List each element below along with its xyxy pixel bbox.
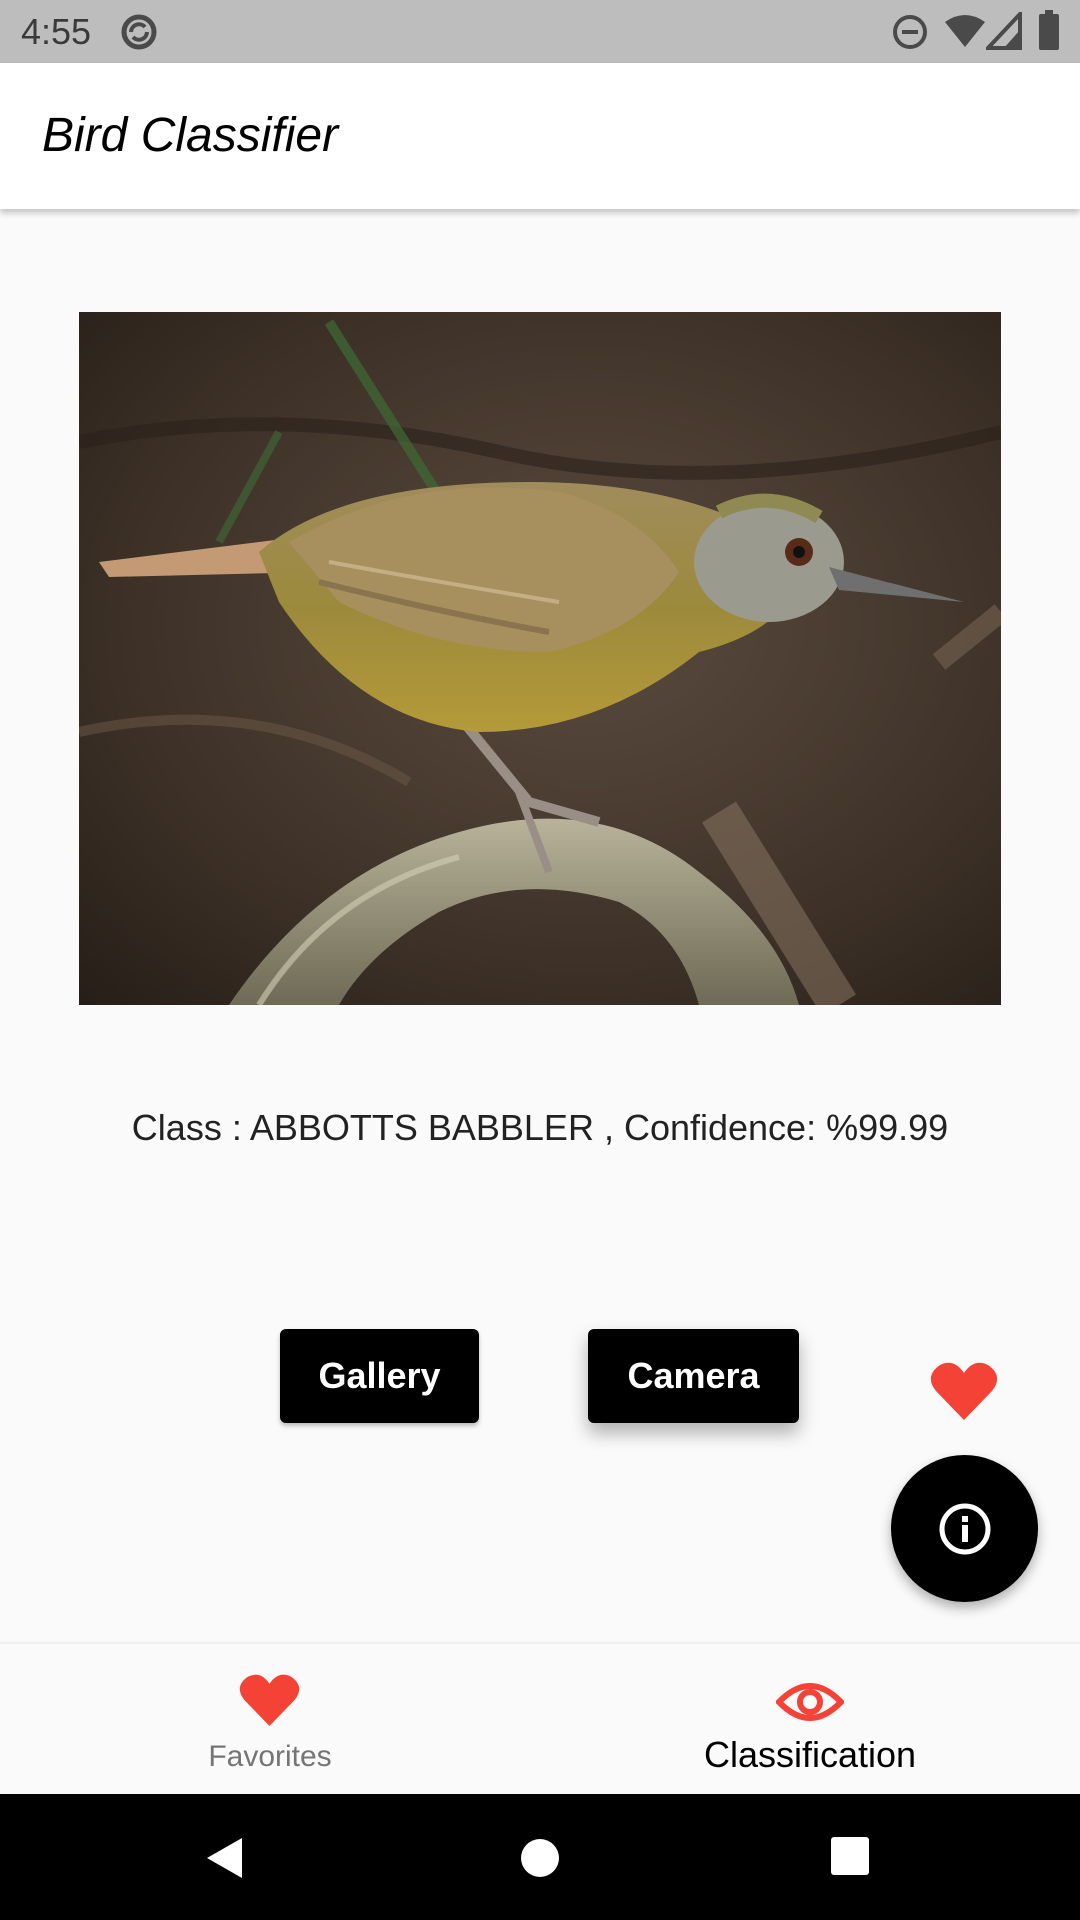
nav-label-favorites: Favorites [208, 1740, 332, 1773]
classification-result: Class : ABBOTTS BABBLER , Confidence: %9… [131, 1107, 949, 1148]
status-time: 4:55 [21, 11, 92, 52]
back-icon[interactable] [204, 1836, 244, 1880]
nav-item-favorites[interactable]: Favorites [0, 1644, 540, 1796]
heart-icon [239, 1674, 300, 1727]
bottom-navigation: Favorites Classification [0, 1642, 1080, 1796]
sync-icon [121, 14, 157, 50]
bird-photo-illustration [79, 312, 1001, 1005]
system-navigation-bar [0, 1794, 1080, 1920]
eye-icon [776, 1683, 844, 1721]
info-fab-button[interactable] [891, 1455, 1038, 1602]
status-bar: 4:55 [0, 0, 1080, 63]
app-title: Bird Classifier [42, 109, 339, 162]
nav-item-classification[interactable]: Classification [540, 1644, 1080, 1796]
wifi-icon [945, 15, 985, 47]
heart-icon[interactable] [930, 1360, 998, 1422]
home-icon[interactable] [520, 1838, 560, 1878]
recents-icon[interactable] [830, 1836, 870, 1876]
battery-icon [1039, 10, 1059, 50]
app-bar: Bird Classifier [0, 63, 1080, 209]
do-not-disturb-icon [893, 15, 927, 49]
nav-label-classification: Classification [703, 1734, 917, 1775]
info-icon [939, 1503, 990, 1554]
screen: 4:55 Bird Classifier Class: ABBOTTS BAB… [0, 0, 1080, 1920]
bird-photo [79, 312, 1001, 1005]
signal-icon [986, 12, 1022, 50]
gallery-button[interactable]: Gallery [280, 1329, 479, 1423]
camera-button[interactable]: Camera [588, 1329, 799, 1423]
